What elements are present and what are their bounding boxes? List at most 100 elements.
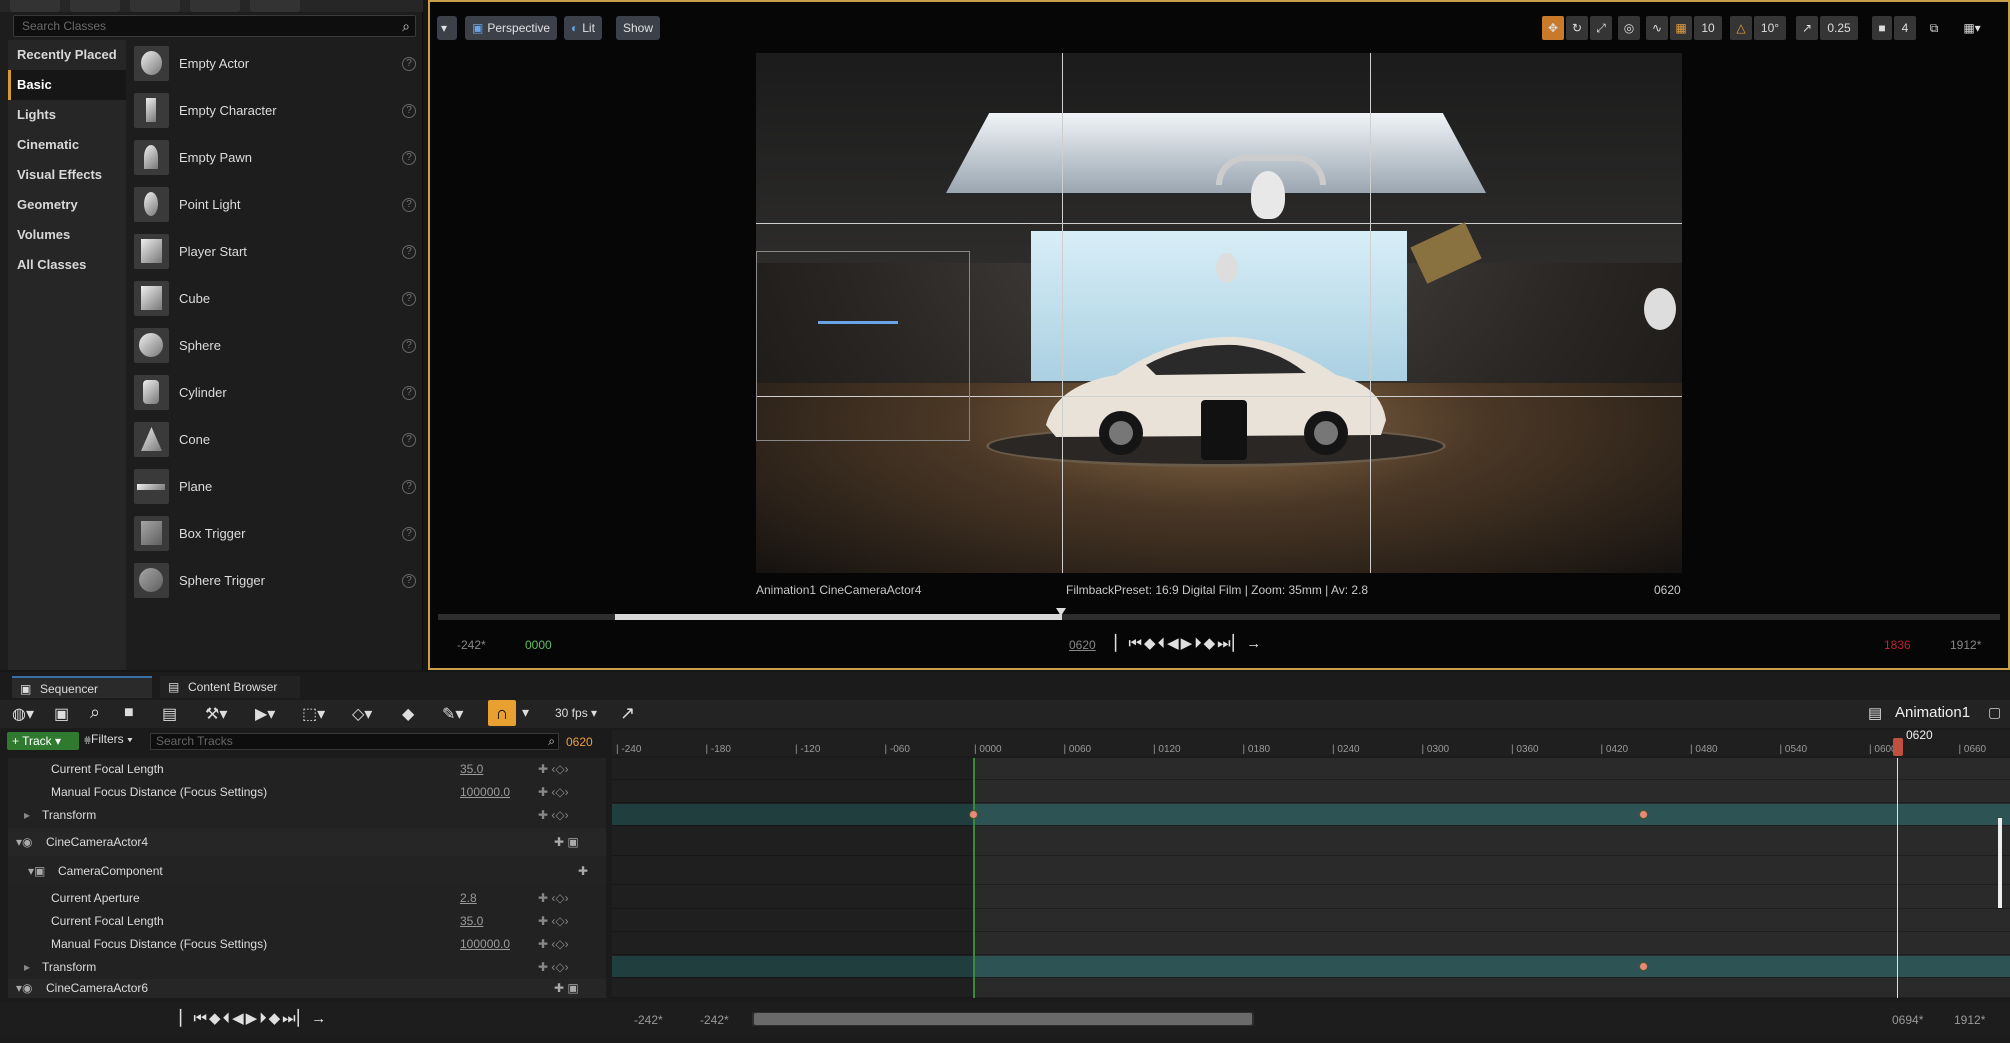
mode-tab-geometry[interactable] xyxy=(250,0,300,12)
class-item-empty-character[interactable]: Empty Character? xyxy=(126,87,420,134)
tab-sequencer[interactable]: ▣ Sequencer xyxy=(12,676,152,698)
working-range-start[interactable]: -242* xyxy=(700,1013,729,1027)
track-row[interactable]: Current Focal Length 35.0 ✚ ‹◇› xyxy=(8,758,606,780)
expand-icon[interactable]: ▸ xyxy=(24,956,30,978)
help-icon[interactable]: ? xyxy=(402,338,416,353)
class-item-empty-pawn[interactable]: Empty Pawn? xyxy=(126,134,420,181)
world-icon[interactable]: ◍▾ xyxy=(12,704,34,724)
class-item-box-trigger[interactable]: Box Trigger? xyxy=(126,510,420,557)
track-row[interactable]: Current Aperture 2.8 ✚ ‹◇› xyxy=(8,887,606,909)
camera-speed-icon[interactable]: ■ xyxy=(1872,16,1892,40)
mode-tab-landscape[interactable] xyxy=(130,0,180,12)
help-icon[interactable]: ? xyxy=(402,526,416,541)
collapse-icon[interactable]: ▾◉ xyxy=(16,979,33,998)
help-icon[interactable]: ? xyxy=(402,150,416,165)
class-item-plane[interactable]: Plane? xyxy=(126,463,420,510)
camera-speed-value[interactable]: 4 xyxy=(1894,16,1916,40)
view-range-end[interactable]: 0694* xyxy=(1892,1013,1923,1027)
playhead-line[interactable] xyxy=(1897,758,1898,998)
camera-icon[interactable]: ■ xyxy=(124,704,134,722)
lock-icon[interactable]: ▢ xyxy=(1988,704,2001,721)
move-tool-icon[interactable]: ✥ xyxy=(1542,16,1564,40)
help-icon[interactable]: ? xyxy=(402,56,416,71)
snap-options-dropdown[interactable]: ▾ xyxy=(522,704,529,721)
keyframe[interactable] xyxy=(969,810,978,819)
track-value[interactable]: 100000.0 xyxy=(460,933,510,955)
class-item-cylinder[interactable]: Cylinder? xyxy=(126,369,420,416)
perspective-button[interactable]: ▣ Perspective xyxy=(465,16,558,40)
key-controls[interactable]: ✚ ‹◇› xyxy=(538,781,569,803)
help-icon[interactable]: ? xyxy=(402,197,416,212)
class-item-point-light[interactable]: Point Light? xyxy=(126,181,420,228)
expand-icon[interactable]: ▸ xyxy=(24,804,30,826)
find-icon[interactable]: ⌕ xyxy=(90,702,100,723)
track-row[interactable]: Current Focal Length 35.0 ✚ ‹◇› xyxy=(8,910,606,932)
surface-snap-icon[interactable]: ∿ xyxy=(1646,16,1668,40)
help-icon[interactable]: ? xyxy=(402,103,416,118)
selection-options-icon[interactable]: ⬚▾ xyxy=(302,704,325,724)
settings-wrench-icon[interactable]: ⚒▾ xyxy=(205,704,227,724)
track-value[interactable]: 35.0 xyxy=(460,910,483,932)
key-interp-icon[interactable]: ◇▾ xyxy=(352,704,372,724)
grid-snap-icon[interactable]: ▦ xyxy=(1670,16,1692,40)
timeline-range-thumb[interactable] xyxy=(754,1013,1252,1025)
key-controls[interactable]: ✚ ‹◇› xyxy=(538,933,569,955)
add-property-icon[interactable]: ✚ xyxy=(578,857,588,885)
sequencer-transport-controls[interactable]: ▏⏮◆⏴◀▶⏵◆⏭▏→ xyxy=(180,1009,328,1027)
curve-editor-icon[interactable]: ↗ xyxy=(620,703,635,724)
track-value[interactable]: 100000.0 xyxy=(460,781,510,803)
category-visual-effects[interactable]: Visual Effects xyxy=(8,160,126,190)
class-item-cone[interactable]: Cone? xyxy=(126,416,420,463)
rotate-gizmo-icon[interactable] xyxy=(1216,155,1326,185)
add-component-icon[interactable]: ✚ ▣ xyxy=(554,828,579,856)
tab-content-browser[interactable]: ▤ Content Browser xyxy=(160,676,300,698)
maximize-viewport-icon[interactable]: ⧉ xyxy=(1924,16,1944,40)
category-volumes[interactable]: Volumes xyxy=(8,220,126,250)
search-tracks-input[interactable]: Search Tracks ⌕ xyxy=(150,733,559,750)
current-frame-readout[interactable]: 0620 xyxy=(566,735,593,749)
working-range-end[interactable]: 1912* xyxy=(1954,1013,1985,1027)
track-row[interactable]: Manual Focus Distance (Focus Settings) 10… xyxy=(8,781,606,803)
class-item-player-start[interactable]: Player Start? xyxy=(126,228,420,275)
key-controls[interactable]: ✚ ‹◇› xyxy=(538,910,569,932)
filters-button[interactable]: ⩷Filters ▾ xyxy=(84,732,133,747)
help-icon[interactable]: ? xyxy=(402,244,416,259)
camera-actor-icon[interactable] xyxy=(1201,400,1247,460)
rotation-snap-value[interactable]: 10° xyxy=(1754,16,1786,40)
scale-snap-value[interactable]: 0.25 xyxy=(1820,16,1858,40)
viewport-layout-icon[interactable]: ▦▾ xyxy=(1950,16,1994,40)
add-track-button[interactable]: + Track ▾ xyxy=(7,732,79,750)
timeline-track-area[interactable] xyxy=(612,758,2010,998)
mode-tab-place[interactable] xyxy=(10,0,60,12)
add-component-icon[interactable]: ✚ ▣ xyxy=(554,979,579,998)
vertical-scrollbar[interactable] xyxy=(1998,818,2002,908)
save-icon[interactable]: ▣ xyxy=(54,704,69,724)
collapse-icon[interactable]: ▾▣ xyxy=(28,857,45,885)
category-cinematic[interactable]: Cinematic xyxy=(8,130,126,160)
actor-row[interactable]: ▾◉ CineCameraActor6 ✚ ▣ xyxy=(8,979,606,998)
render-movie-icon[interactable]: ▤ xyxy=(162,704,177,724)
collapse-icon[interactable]: ▾◉ xyxy=(16,828,33,856)
timeline-ruler[interactable]: | -240 | -180 | -120 | -060 | 0000 | 0060 | 01… xyxy=(612,730,2010,756)
search-classes-input[interactable]: Search Classes ⌕ xyxy=(13,15,416,37)
viewport-playhead-marker[interactable] xyxy=(1056,608,1066,616)
key-controls[interactable]: ✚ ‹◇› xyxy=(538,758,569,780)
help-icon[interactable]: ? xyxy=(402,479,416,494)
box-volume-gizmo[interactable] xyxy=(756,251,970,441)
mode-tab-foliage[interactable] xyxy=(190,0,240,12)
category-lights[interactable]: Lights xyxy=(8,100,126,130)
rotate-tool-icon[interactable]: ↻ xyxy=(1566,16,1588,40)
playback-options-icon[interactable]: ▶▾ xyxy=(255,704,275,724)
auto-key-icon[interactable]: ◆ xyxy=(402,704,414,724)
scale-snap-icon[interactable]: ↗ xyxy=(1796,16,1818,40)
world-local-icon[interactable]: ◎ xyxy=(1618,16,1640,40)
keyframe[interactable] xyxy=(1639,962,1648,971)
keyframe[interactable] xyxy=(1639,810,1648,819)
track-value[interactable]: 2.8 xyxy=(460,887,477,909)
help-icon[interactable]: ? xyxy=(402,432,416,447)
lit-button[interactable]: ◐ Lit xyxy=(564,16,602,40)
playback-start-marker[interactable] xyxy=(973,758,975,998)
fps-dropdown[interactable]: 30 fps ▾ xyxy=(555,706,597,720)
track-row[interactable]: ▸ Transform ✚ ‹◇› xyxy=(8,956,606,978)
category-basic[interactable]: Basic xyxy=(8,70,126,100)
